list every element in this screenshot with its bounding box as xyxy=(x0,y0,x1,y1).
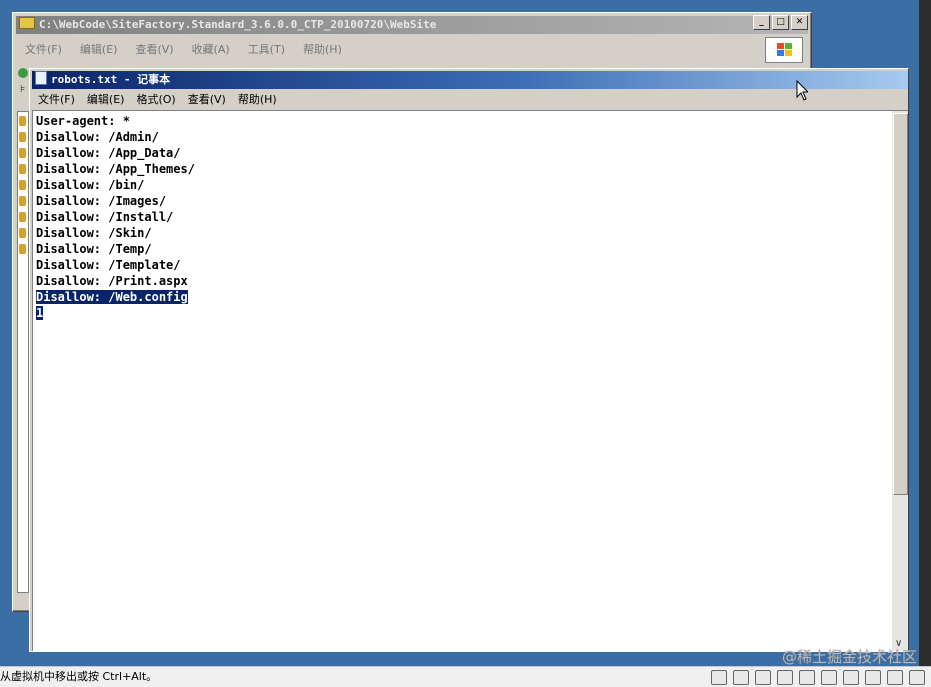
explorer-window-buttons: _ □ ✕ xyxy=(753,15,808,30)
folder-icon xyxy=(19,196,26,206)
usb-icon[interactable] xyxy=(887,670,903,685)
minimize-button[interactable]: _ xyxy=(753,15,770,30)
notepad-menu-edit[interactable]: 编辑(E) xyxy=(81,90,131,109)
windows-logo-icon xyxy=(765,37,803,63)
maximize-button[interactable]: □ xyxy=(772,15,789,30)
notepad-title: robots.txt - 记事本 xyxy=(51,73,171,86)
display-icon[interactable] xyxy=(843,670,859,685)
network-icon[interactable] xyxy=(755,670,771,685)
explorer-menu-view[interactable]: 查看(V) xyxy=(127,37,181,59)
notepad-menu-help[interactable]: 帮助(H) xyxy=(232,90,283,109)
explorer-menu-file[interactable]: 文件(F) xyxy=(17,37,70,59)
notepad-menu-format[interactable]: 格式(O) xyxy=(130,90,181,109)
text-line: Disallow: /App_Data/ xyxy=(36,146,181,160)
selected-text-line: 1 xyxy=(36,306,44,320)
notepad-window[interactable]: robots.txt - 记事本 文件(F) 编辑(E) 格式(O) 查看(V)… xyxy=(29,68,909,652)
explorer-menu-favorites[interactable]: 收藏(A) xyxy=(184,37,238,59)
folder-icon xyxy=(19,228,26,238)
selected-text-line: Disallow: /Web.config xyxy=(36,290,188,304)
text-line: Disallow: /Images/ xyxy=(36,194,167,208)
watermark: @稀土掘金技术社区 xyxy=(781,648,917,666)
text-line: Disallow: /bin/ xyxy=(36,178,145,192)
status-hint: 从虚拟机中移出或按 Ctrl+Alt。 xyxy=(0,670,158,683)
notepad-menubar: 文件(F) 编辑(E) 格式(O) 查看(V) 帮助(H) xyxy=(32,90,908,109)
settings-icon[interactable] xyxy=(909,670,925,685)
explorer-titlebar[interactable]: C:\WebCode\SiteFactory.Standard_3.6.0.0_… xyxy=(16,16,808,34)
text-line: User-agent: * xyxy=(36,114,130,128)
explorer-menubar: 文件(F) 编辑(E) 查看(V) 收藏(A) 工具(T) 帮助(H) xyxy=(17,37,807,59)
notepad-menu-view[interactable]: 查看(V) xyxy=(182,90,232,109)
explorer-title: C:\WebCode\SiteFactory.Standard_3.6.0.0_… xyxy=(39,18,437,31)
folder-icon xyxy=(19,116,26,126)
text-line: Disallow: /Install/ xyxy=(36,210,174,224)
network-icon[interactable] xyxy=(777,670,793,685)
mouse-pointer-icon xyxy=(796,80,808,101)
notepad-menu-file[interactable]: 文件(F) xyxy=(32,90,81,109)
text-line: Disallow: /Skin/ xyxy=(36,226,152,240)
text-line: Disallow: /Admin/ xyxy=(36,130,159,144)
folder-icon xyxy=(19,212,26,222)
text-line: Disallow: /Template/ xyxy=(36,258,181,272)
vertical-scrollbar[interactable]: ∨ xyxy=(892,111,908,651)
explorer-menu-edit[interactable]: 编辑(E) xyxy=(72,37,126,59)
folder-icon xyxy=(19,180,26,190)
folder-icon xyxy=(19,132,26,142)
notepad-titlebar[interactable]: robots.txt - 记事本 xyxy=(32,71,908,89)
notepad-content: User-agent: * Disallow: /Admin/ Disallow… xyxy=(36,113,195,321)
folder-icon xyxy=(19,164,26,174)
usb-icon[interactable] xyxy=(821,670,837,685)
cdrom-icon[interactable] xyxy=(733,670,749,685)
network-icon[interactable] xyxy=(799,670,815,685)
hdd-icon[interactable] xyxy=(711,670,727,685)
folder-icon xyxy=(19,244,26,254)
close-button[interactable]: ✕ xyxy=(791,15,808,30)
notepad-text-area[interactable]: User-agent: * Disallow: /Admin/ Disallow… xyxy=(32,110,908,651)
vm-status-bar: 从虚拟机中移出或按 Ctrl+Alt。 xyxy=(0,666,931,687)
explorer-menu-help[interactable]: 帮助(H) xyxy=(295,37,350,59)
text-line: Disallow: /Temp/ xyxy=(36,242,152,256)
sound-icon[interactable] xyxy=(865,670,881,685)
text-line: Disallow: /App_Themes/ xyxy=(36,162,195,176)
notepad-icon xyxy=(35,71,47,85)
right-edge-strip xyxy=(919,0,931,686)
folder-icon xyxy=(19,148,26,158)
explorer-menu-tools[interactable]: 工具(T) xyxy=(240,37,293,59)
text-line: Disallow: /Print.aspx xyxy=(36,274,188,288)
explorer-folder-pane[interactable] xyxy=(17,111,29,593)
folder-icon xyxy=(19,17,35,29)
scrollbar-thumb[interactable] xyxy=(893,113,908,495)
back-icon[interactable] xyxy=(18,68,28,78)
tray-icons xyxy=(711,670,925,685)
